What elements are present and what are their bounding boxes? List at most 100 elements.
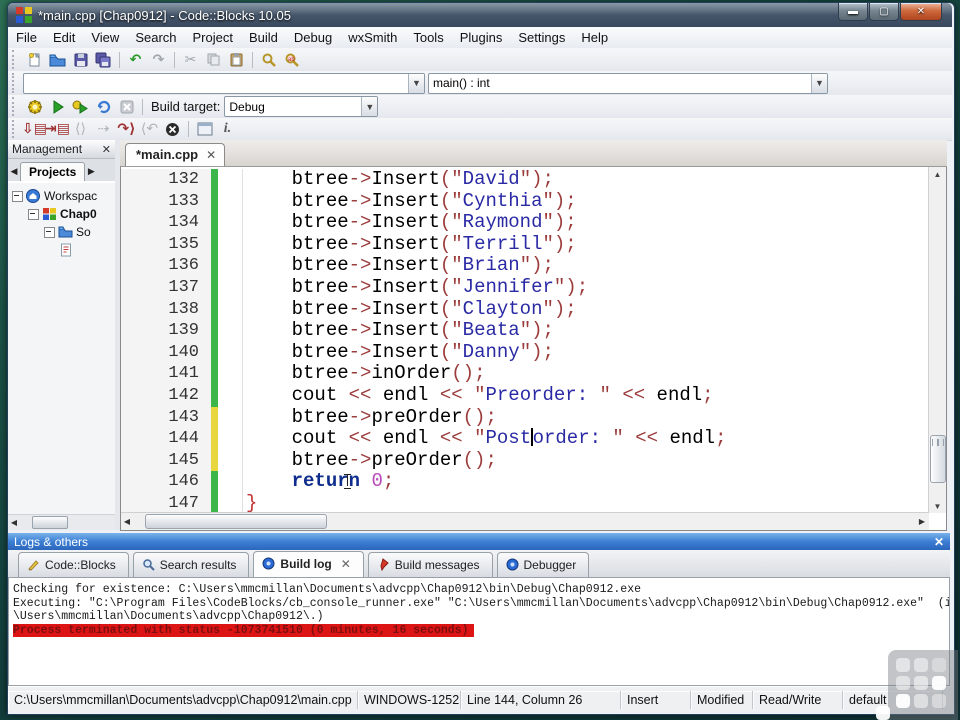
expander-icon[interactable] [12, 190, 23, 202]
menu-edit[interactable]: Edit [45, 28, 83, 47]
menu-tools[interactable]: Tools [405, 28, 451, 47]
tab-projects[interactable]: Projects [20, 162, 86, 181]
tab-build-log[interactable]: Build log ✕ [253, 551, 364, 577]
status-file-path: C:\Users\mmcmillan\Documents\advcpp\Chap… [8, 691, 358, 709]
toolbar-grip[interactable] [12, 120, 21, 138]
tab-build-messages[interactable]: Build messages [367, 552, 493, 577]
code-text: } [246, 491, 258, 513]
menu-project[interactable]: Project [185, 28, 241, 47]
code-line-135[interactable]: 135 btree->Insert("Terrill"); [121, 233, 929, 256]
save-all-button[interactable] [93, 50, 114, 69]
editor-vscrollbar[interactable]: ▲ ▼ [928, 167, 946, 513]
expander-icon[interactable] [44, 226, 55, 238]
code-line-142[interactable]: 142 cout << endl << "Preorder: " << endl… [121, 384, 929, 407]
close-icon[interactable]: ✕ [102, 143, 111, 156]
code-line-138[interactable]: 138 btree->Insert("Clayton"); [121, 298, 929, 321]
redo-button[interactable]: ↷ [148, 50, 169, 69]
expander-icon[interactable] [28, 208, 39, 220]
toolbar-grip[interactable] [12, 73, 21, 93]
replace-button[interactable]: ab [281, 50, 302, 69]
menu-search[interactable]: Search [127, 28, 184, 47]
close-tab-icon[interactable]: ✕ [206, 148, 216, 162]
tab-code-blocks[interactable]: Code::Blocks [18, 552, 129, 577]
code-line-137[interactable]: 137 btree->Insert("Jennifer"); [121, 276, 929, 299]
status-insert-mode: Insert [621, 691, 691, 709]
rebuild-button[interactable] [93, 97, 114, 116]
next-line-button[interactable]: ⟨⟩ [70, 120, 91, 139]
tab-main-cpp[interactable]: *main.cpp ✕ [125, 143, 226, 166]
tab-search-results[interactable]: Search results [132, 552, 250, 577]
run-to-cursor-button[interactable]: ⇥▤ [45, 120, 70, 139]
menu-debug[interactable]: Debug [286, 28, 340, 47]
debug-continue-button[interactable]: ⇩▤ [22, 120, 47, 139]
close-button[interactable]: ✕ [900, 3, 942, 21]
find-button[interactable] [258, 50, 279, 69]
code-area[interactable]: 132 btree->Insert("David"); 133 btree->In… [121, 167, 929, 513]
debug-info-button[interactable]: i. [217, 120, 238, 139]
stop-debugger-button[interactable] [162, 120, 183, 139]
debugging-windows-button[interactable] [194, 120, 215, 139]
cut-icon[interactable]: ✂ [180, 50, 201, 69]
change-marker [211, 298, 218, 321]
code-line-140[interactable]: 140 btree->Insert("Danny"); [121, 341, 929, 364]
code-line-134[interactable]: 134 btree->Insert("Raymond"); [121, 211, 929, 234]
menu-view[interactable]: View [83, 28, 127, 47]
menu-help[interactable]: Help [573, 28, 616, 47]
tree-item-so[interactable]: So [8, 223, 115, 241]
chevron-down-icon[interactable]: ▼ [408, 73, 424, 93]
symbol-combobox[interactable]: main() : int ▼ [428, 72, 828, 94]
menu-file[interactable]: File [8, 28, 45, 47]
build-button[interactable] [24, 97, 45, 116]
change-marker [211, 255, 218, 277]
close-tab-icon[interactable]: ✕ [341, 557, 351, 571]
undo-button[interactable]: ↶ [125, 50, 146, 69]
close-icon[interactable]: ✕ [934, 535, 944, 549]
open-file-button[interactable] [47, 50, 68, 69]
step-into-button[interactable]: ↷⟩ [116, 120, 137, 139]
tree-item-chap0[interactable]: Chap0 [8, 205, 115, 223]
copy-icon[interactable] [203, 50, 224, 69]
build-and-run-button[interactable] [70, 97, 91, 116]
tree-item-file[interactable] [8, 241, 115, 259]
status-caret-position: Line 144, Column 26 [461, 691, 621, 709]
tree-item-workspac[interactable]: Workspac [8, 187, 115, 205]
menu-wxsmith[interactable]: wxSmith [340, 28, 405, 47]
code-line-136[interactable]: 136 btree->Insert("Brian"); [121, 255, 929, 277]
code-text: btree->Insert("David"); [291, 168, 554, 190]
code-line-139[interactable]: 139 btree->Insert("Beata"); [121, 319, 929, 342]
search-icon [142, 558, 155, 571]
log-line: \Users\mmcmillan\Documents\advcpp\Chap09… [13, 610, 324, 623]
code-line-145[interactable]: 145 btree->preOrder(); [121, 449, 929, 472]
code-line-147[interactable]: 147} [121, 491, 929, 513]
run-button[interactable] [47, 97, 68, 116]
code-line-133[interactable]: 133 btree->Insert("Cynthia"); [121, 190, 929, 213]
code-line-144[interactable]: 144 cout << endl << "Postorder: " << end… [121, 427, 929, 450]
chevron-down-icon[interactable]: ▼ [361, 97, 378, 116]
code-line-143[interactable]: 143 btree->preOrder(); [121, 405, 929, 429]
code-text: btree->preOrder(); [291, 405, 497, 428]
minimize-button[interactable]: ▬ [838, 3, 868, 21]
scope-combobox[interactable]: ▼ [23, 72, 425, 94]
management-hscrollbar[interactable]: ◀ [8, 514, 115, 530]
step-over-button[interactable]: ⇢ [93, 120, 114, 139]
tab-debugger[interactable]: Debugger [496, 552, 590, 577]
build-target-combobox[interactable]: Debug ▼ [224, 96, 379, 117]
paste-button[interactable] [226, 50, 247, 69]
save-button[interactable] [70, 50, 91, 69]
editor-hscrollbar[interactable]: ◀ ▶ [121, 512, 929, 530]
tab-scroll-right-icon[interactable]: ▶ [85, 166, 97, 181]
maximize-button[interactable]: ▢ [869, 3, 899, 21]
chevron-down-icon[interactable]: ▼ [811, 73, 827, 93]
menu-settings[interactable]: Settings [510, 28, 573, 47]
menu-build[interactable]: Build [241, 28, 286, 47]
abort-button[interactable] [116, 97, 137, 116]
code-line-132[interactable]: 132 btree->Insert("David"); [121, 168, 929, 191]
code-line-141[interactable]: 141 btree->inOrder(); [121, 363, 929, 385]
tab-scroll-left-icon[interactable]: ◀ [8, 166, 20, 181]
toolbar-grip[interactable] [12, 50, 21, 69]
step-out-button[interactable]: ⟨↶ [139, 120, 160, 139]
menu-plugins[interactable]: Plugins [452, 28, 511, 47]
new-file-button[interactable] [24, 50, 45, 69]
toolbar-grip[interactable] [12, 97, 21, 116]
code-line-146[interactable]: 146 return 0; [121, 471, 929, 493]
